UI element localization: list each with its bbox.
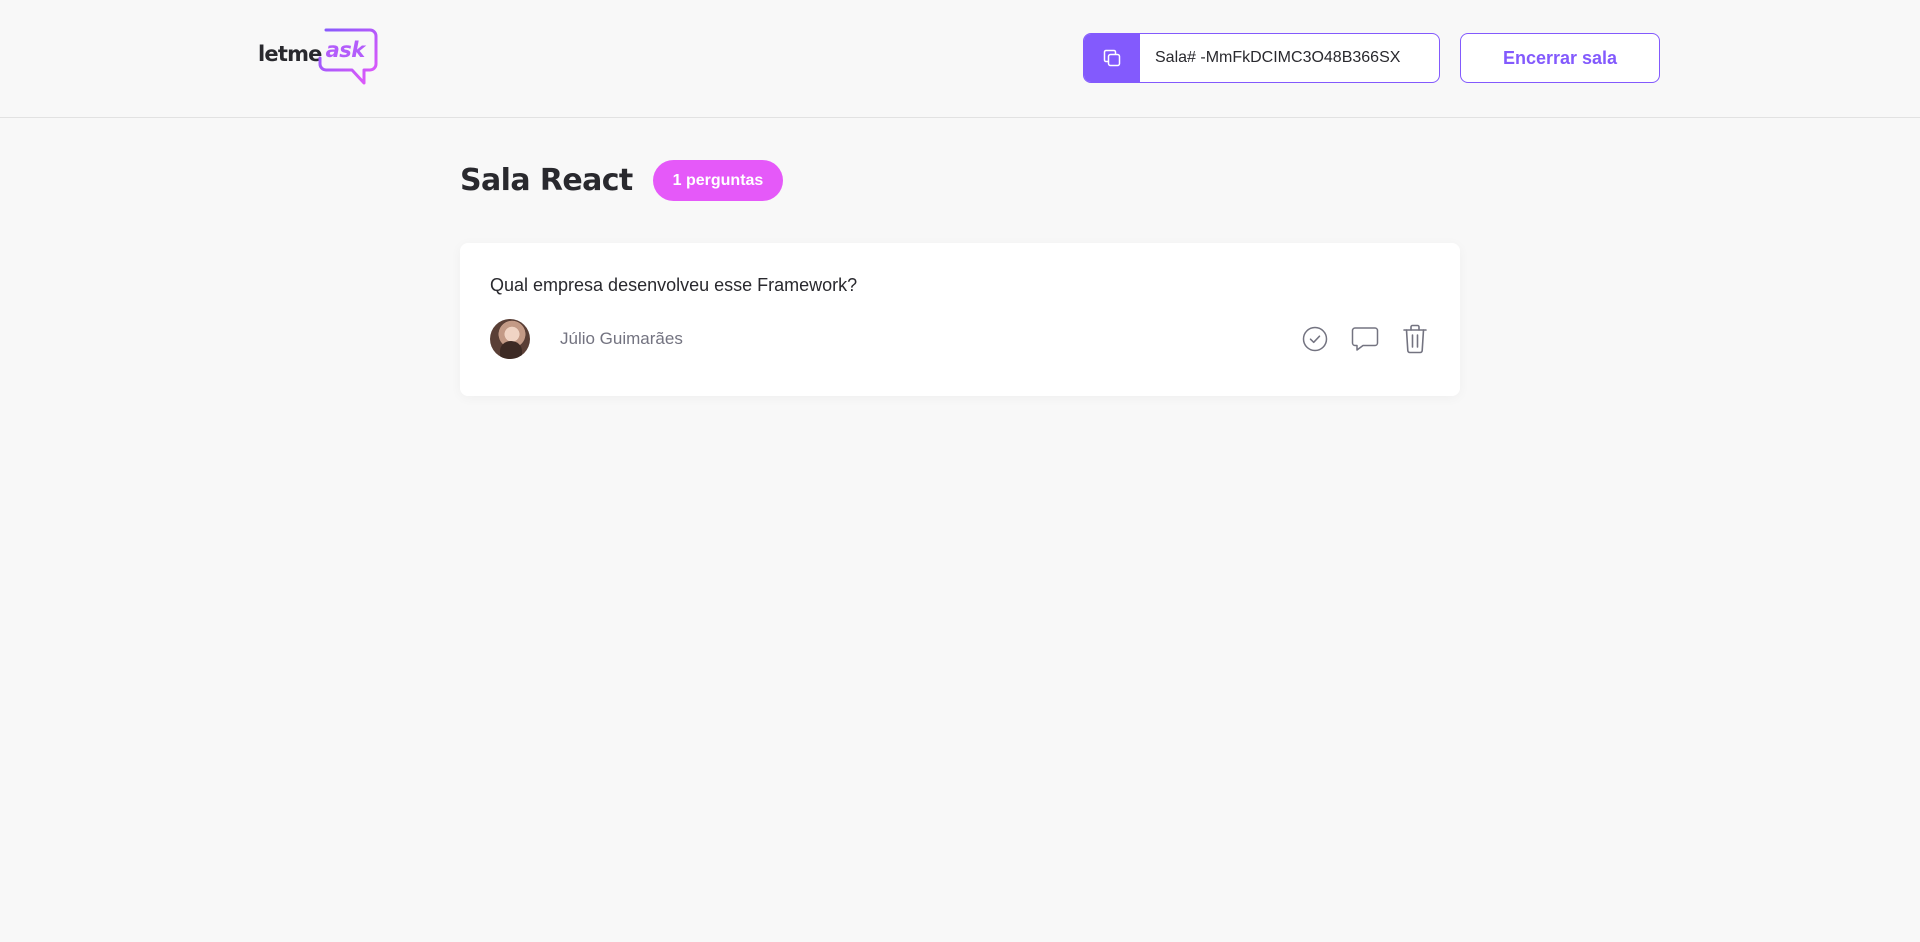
question-actions [1300,324,1430,354]
letmeask-logo[interactable]: letme ask [258,28,378,86]
copy-icon[interactable] [1084,34,1140,82]
question-count-badge: 1 perguntas [652,160,784,201]
room-code-copy-button[interactable]: Sala# -MmFkDCIMC3O48B366SX [1083,33,1440,83]
author-name: Júlio Guimarães [560,329,683,348]
avatar [490,319,530,359]
room-title-bar: Sala React 1 perguntas [460,160,1460,201]
logo-text-accent: ask [325,38,366,62]
main-content: Sala React 1 perguntas Qual empresa dese… [460,118,1460,396]
check-circle-icon[interactable] [1300,324,1330,354]
logo-text-main: letme [258,42,322,66]
chat-bubble-icon[interactable] [1350,324,1380,354]
page-header: letme ask Sala# -MmFkDCIMC3O48B366SX Enc… [0,0,1920,118]
room-title: Sala React [460,163,633,198]
room-code-text: Sala# -MmFkDCIMC3O48B366SX [1155,49,1401,66]
question-content: Qual empresa desenvolveu esse Framework? [490,275,858,295]
logo-speech-bubble-icon: ask [318,28,378,86]
question-footer: Júlio Guimarães [490,319,1430,359]
close-room-button[interactable]: Encerrar sala [1460,33,1660,83]
trash-icon[interactable] [1400,324,1430,354]
question-author: Júlio Guimarães [490,319,683,359]
question-card: Qual empresa desenvolveu esse Framework?… [460,243,1460,396]
